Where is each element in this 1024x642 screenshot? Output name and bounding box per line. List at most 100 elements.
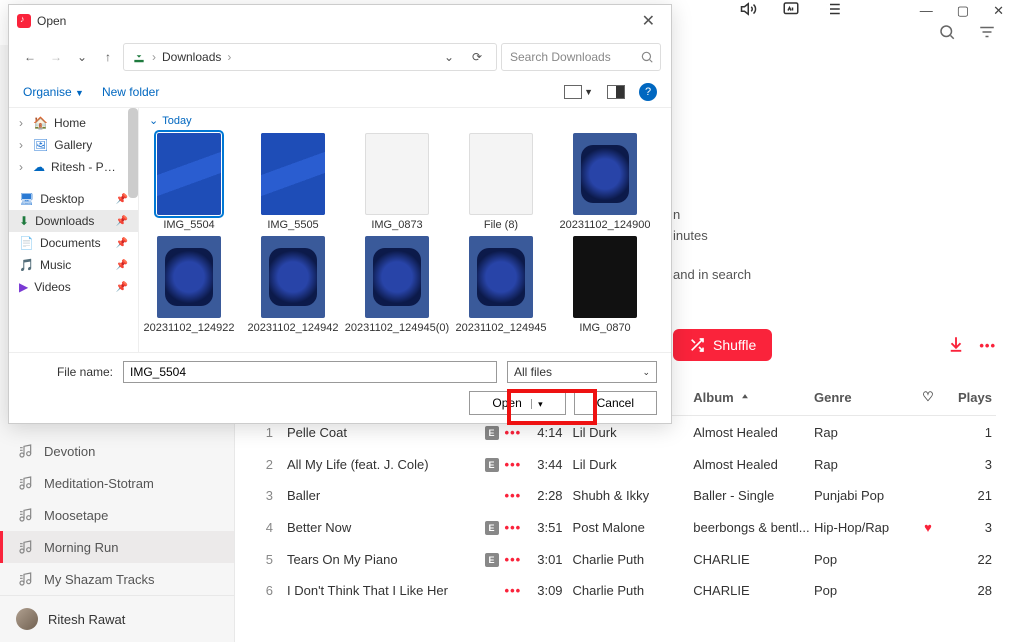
track-more-icon[interactable]: ••• bbox=[505, 457, 522, 472]
file-item[interactable]: 20231102_124942 bbox=[253, 236, 333, 335]
col-heart[interactable]: ♡ bbox=[914, 389, 942, 405]
thumbnail bbox=[261, 133, 325, 215]
open-dialog: Open ✕ ← → ⌄ ↑ › Downloads › ⌄ ⟳ Search … bbox=[8, 4, 672, 424]
videos-icon: ▶ bbox=[19, 280, 28, 294]
user-profile[interactable]: Ritesh Rawat bbox=[0, 595, 234, 642]
dialog-nav: ← → ⌄ ↑ › Downloads › ⌄ ⟳ Search Downloa… bbox=[9, 37, 671, 77]
pin-icon: 📌 bbox=[116, 216, 128, 227]
table-row[interactable]: 3 Baller ••• 2:28 Shubh & Ikky Baller - … bbox=[253, 480, 996, 511]
thumbnail bbox=[157, 236, 221, 318]
downloads-icon: ⬇ bbox=[19, 214, 29, 228]
sidebar-item-devotion[interactable]: Devotion bbox=[0, 435, 234, 467]
more-icon[interactable]: ••• bbox=[979, 338, 996, 353]
pin-icon: 📌 bbox=[116, 194, 128, 205]
sidebar-item-downloads[interactable]: ⬇ Downloads 📌 bbox=[9, 210, 138, 232]
thumbnail bbox=[469, 133, 533, 215]
file-item[interactable]: IMG_5505 bbox=[253, 133, 333, 232]
file-item[interactable]: 20231102_124900 bbox=[565, 133, 645, 232]
help-button[interactable]: ? bbox=[639, 83, 657, 101]
sidebar-item-videos[interactable]: ▶ Videos 📌 bbox=[9, 276, 138, 298]
recent-dropdown[interactable]: ⌄ bbox=[71, 46, 93, 68]
action-row: Shuffle ••• bbox=[673, 329, 996, 361]
thumbnail bbox=[573, 133, 637, 215]
sidebar-item-documents[interactable]: 📄 Documents 📌 bbox=[9, 232, 138, 254]
sidebar-item-morning-run[interactable]: Morning Run bbox=[0, 531, 234, 563]
view-button[interactable]: ▼ bbox=[564, 85, 593, 99]
breadcrumb[interactable]: › Downloads › ⌄ ⟳ bbox=[123, 43, 497, 71]
sidebar-item-moosetape[interactable]: Moosetape bbox=[0, 499, 234, 531]
col-plays[interactable]: Plays bbox=[942, 390, 992, 405]
track-more-icon[interactable]: ••• bbox=[505, 520, 522, 535]
thumbnail bbox=[469, 236, 533, 318]
search-input[interactable]: Search Downloads bbox=[501, 43, 661, 71]
file-item[interactable]: 20231102_124945(0) bbox=[357, 236, 437, 335]
thumbnail bbox=[261, 236, 325, 318]
table-row[interactable]: 5 Tears On My Piano E ••• 3:01 Charlie P… bbox=[253, 543, 996, 575]
track-more-icon[interactable]: ••• bbox=[505, 552, 522, 567]
sidebar-item-my-shazam-tracks[interactable]: My Shazam Tracks bbox=[0, 563, 234, 595]
home-icon: 🏠 bbox=[33, 116, 48, 130]
sidebar-item-desktop[interactable]: 🖥 Desktop 📌 bbox=[9, 188, 138, 210]
file-item[interactable]: File (8) bbox=[461, 133, 541, 232]
dialog-title: Open bbox=[37, 14, 66, 28]
maximize-button[interactable]: ▢ bbox=[957, 3, 969, 19]
sidebar-item-gallery[interactable]: › 🖼 Gallery bbox=[9, 134, 138, 156]
sidebar-item-home[interactable]: › 🏠 Home bbox=[9, 112, 138, 134]
forward-button[interactable]: → bbox=[45, 46, 67, 68]
file-item[interactable]: IMG_0870 bbox=[565, 236, 645, 335]
back-button[interactable]: ← bbox=[19, 46, 41, 68]
group-header[interactable]: ⌄Today bbox=[149, 114, 661, 127]
table-row[interactable]: 4 Better Now E ••• 3:51 Post Malone beer… bbox=[253, 511, 996, 543]
sidebar-item-ritesh-person[interactable]: › ☁ Ritesh - Person bbox=[9, 156, 138, 178]
queue-icon[interactable] bbox=[824, 0, 842, 21]
track-more-icon[interactable]: ••• bbox=[505, 425, 522, 440]
table-row[interactable]: 2 All My Life (feat. J. Cole) E ••• 3:44… bbox=[253, 448, 996, 480]
col-genre[interactable]: Genre bbox=[814, 390, 914, 405]
search-icon[interactable] bbox=[938, 23, 956, 44]
close-button[interactable]: ✕ bbox=[993, 3, 1004, 19]
file-item[interactable]: 20231102_124945 bbox=[461, 236, 541, 335]
file-type-filter[interactable]: All files⌄ bbox=[507, 361, 657, 383]
heart-icon[interactable]: ♥ bbox=[924, 520, 932, 535]
sidebar-item-meditation-stotram[interactable]: Meditation-Stotram bbox=[0, 467, 234, 499]
documents-icon: 📄 bbox=[19, 236, 34, 250]
thumbnail bbox=[365, 133, 429, 215]
dialog-toolbar: Organise ▼ New folder ▼ ? bbox=[9, 77, 671, 108]
table-row[interactable]: 6 I Don't Think That I Like Her ••• 3:09… bbox=[253, 575, 996, 606]
track-more-icon[interactable]: ••• bbox=[505, 583, 522, 598]
refresh-button[interactable]: ⟳ bbox=[466, 46, 488, 68]
scrollbar[interactable] bbox=[128, 108, 138, 198]
filename-label: File name: bbox=[23, 365, 113, 379]
sidebar-item-music[interactable]: 🎵 Music 📌 bbox=[9, 254, 138, 276]
lyrics-icon[interactable] bbox=[782, 0, 800, 21]
avatar bbox=[16, 608, 38, 630]
explicit-badge: E bbox=[485, 458, 499, 472]
search-icon bbox=[640, 50, 654, 64]
file-item[interactable]: IMG_5504 bbox=[149, 133, 229, 232]
organise-button[interactable]: Organise ▼ bbox=[23, 85, 84, 99]
cloud-icon: ☁ bbox=[33, 160, 45, 174]
sound-icon[interactable] bbox=[740, 0, 758, 21]
file-item[interactable]: 20231102_124922 bbox=[149, 236, 229, 335]
pin-icon: 📌 bbox=[116, 260, 128, 271]
shuffle-button[interactable]: Shuffle bbox=[673, 329, 772, 361]
download-icon[interactable] bbox=[947, 335, 965, 356]
track-more-icon[interactable]: ••• bbox=[505, 488, 522, 503]
playlist-meta: n inutes and in search bbox=[673, 205, 996, 285]
col-album[interactable]: Album bbox=[693, 390, 814, 405]
up-button[interactable]: ↑ bbox=[97, 46, 119, 68]
breadcrumb-dropdown[interactable]: ⌄ bbox=[438, 46, 460, 68]
new-folder-button[interactable]: New folder bbox=[102, 85, 159, 99]
close-icon[interactable]: ✕ bbox=[634, 9, 663, 33]
thumbnail bbox=[573, 236, 637, 318]
file-item[interactable]: IMG_0873 bbox=[357, 133, 437, 232]
filter-icon[interactable] bbox=[978, 23, 996, 44]
filename-input[interactable] bbox=[123, 361, 497, 383]
minimize-button[interactable]: — bbox=[920, 3, 933, 18]
cancel-button[interactable]: Cancel bbox=[574, 391, 657, 415]
thumbnail bbox=[365, 236, 429, 318]
preview-button[interactable] bbox=[607, 85, 625, 99]
open-button[interactable]: Open ▾ bbox=[469, 391, 565, 415]
downloads-icon bbox=[132, 50, 146, 64]
thumbnail bbox=[157, 133, 221, 215]
